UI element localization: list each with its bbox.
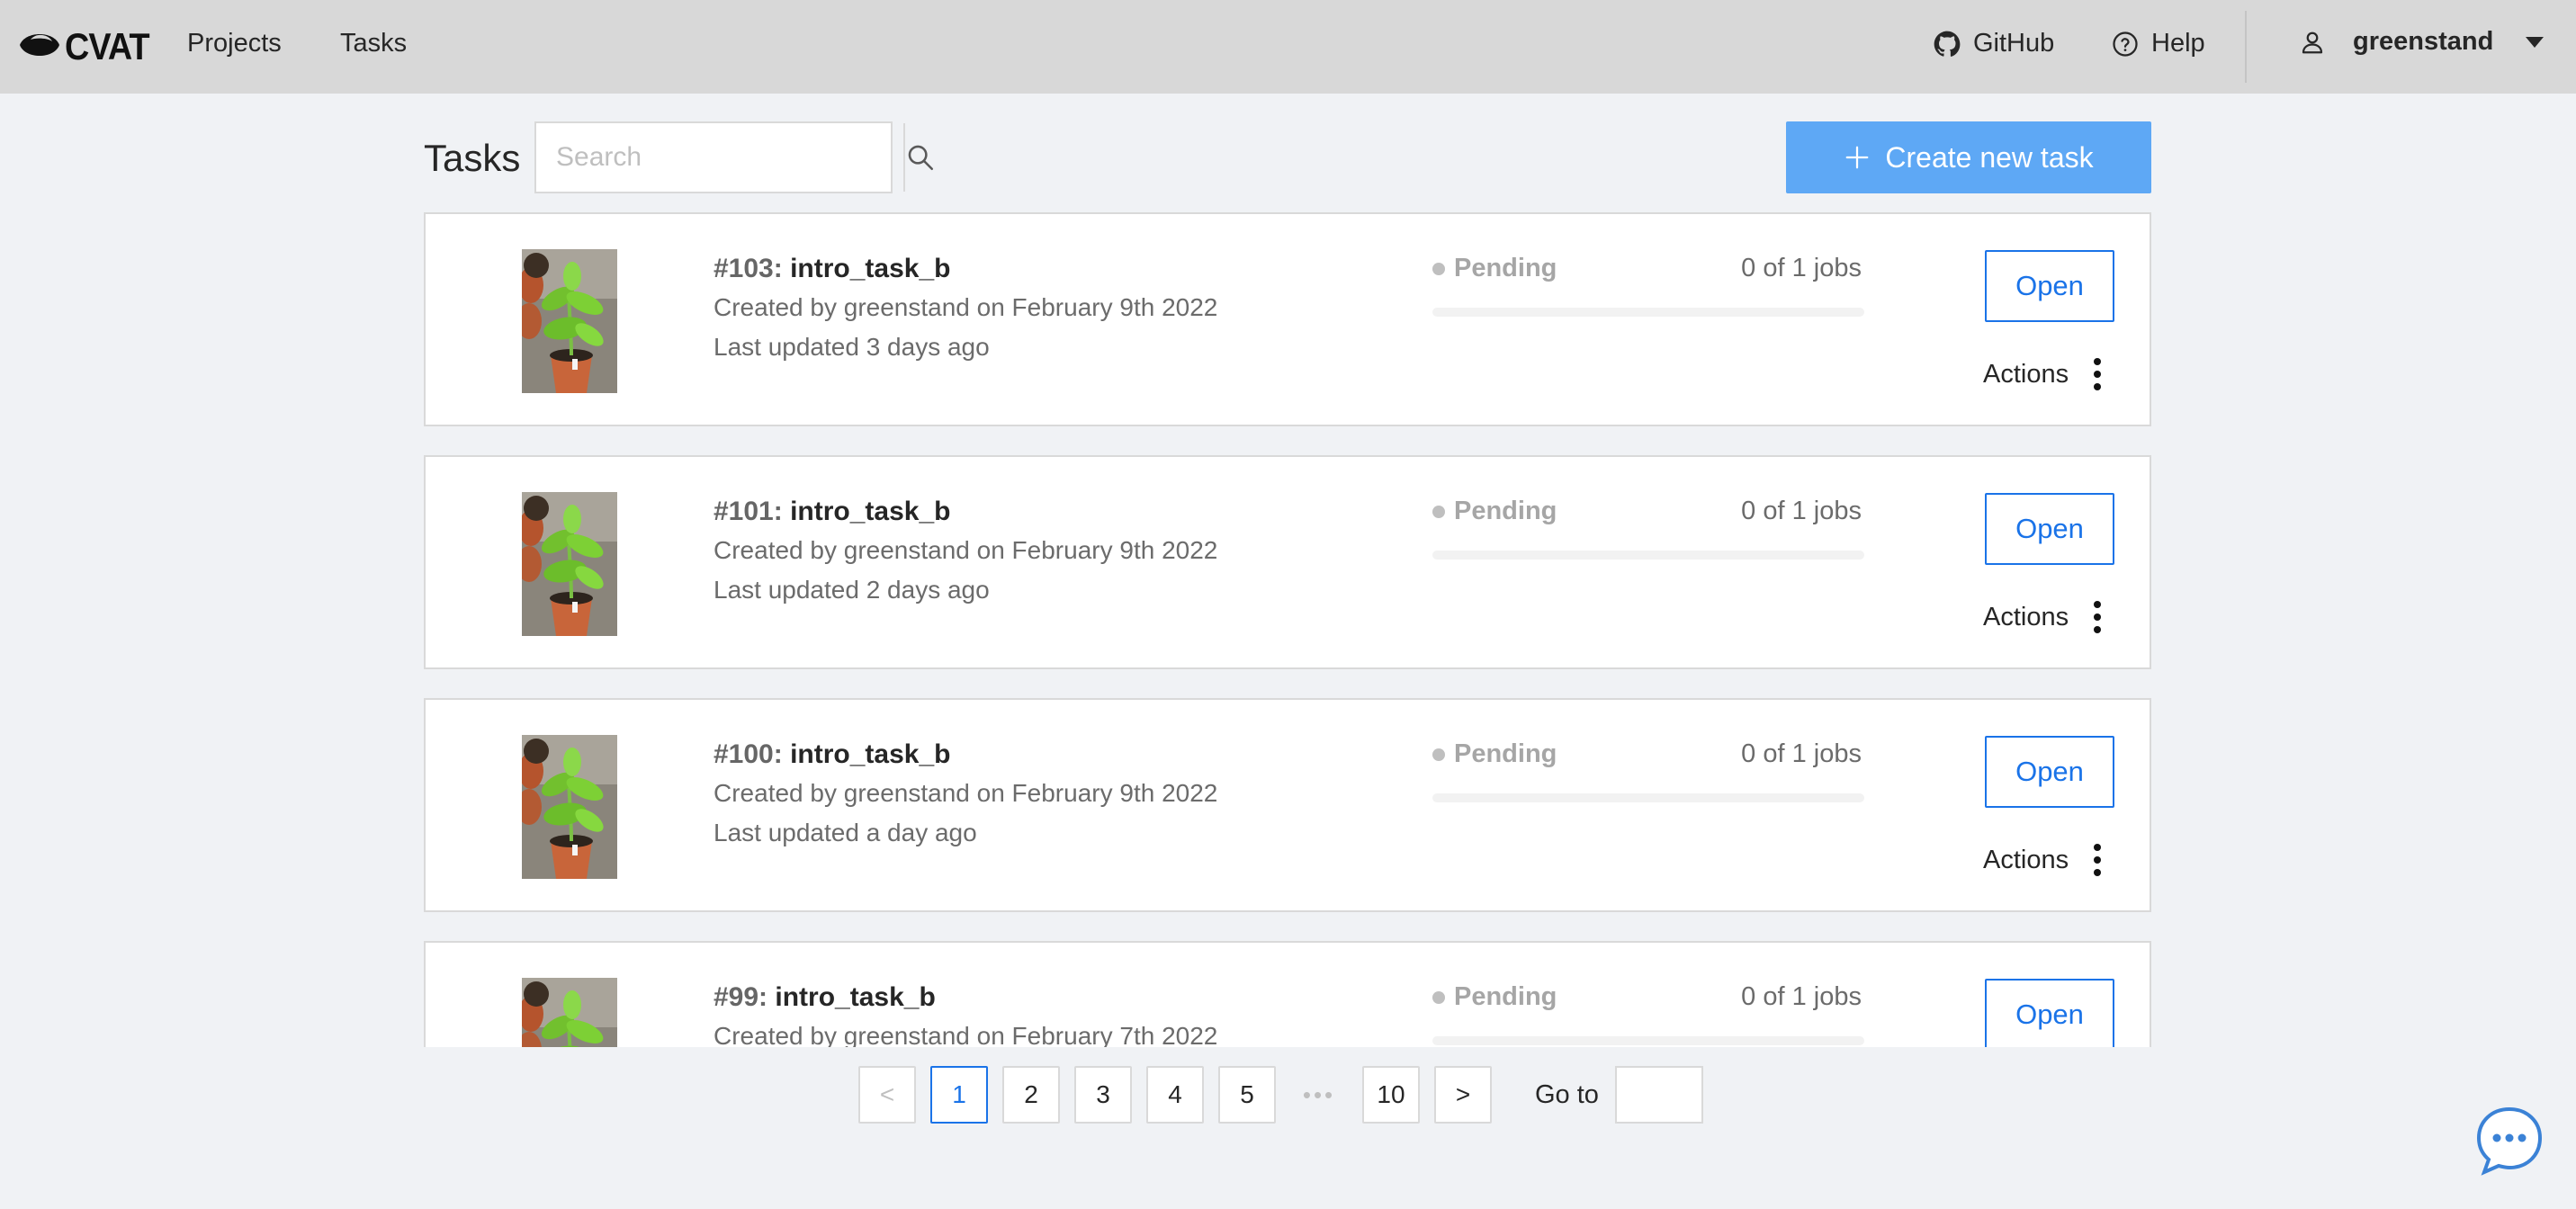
open-task-button[interactable]: Open bbox=[1985, 979, 2114, 1047]
task-preview-image[interactable] bbox=[522, 249, 617, 393]
create-task-button[interactable]: Create new task bbox=[1786, 121, 2151, 193]
task-jobs: 0 of 1 jobs bbox=[1741, 497, 1862, 525]
chat-bubble-icon bbox=[2476, 1106, 2543, 1176]
page-2[interactable]: 2 bbox=[1002, 1066, 1060, 1124]
task-created: Created by greenstand on February 9th 20… bbox=[714, 779, 1218, 807]
page-title: Tasks bbox=[424, 137, 521, 179]
search-box bbox=[534, 121, 934, 193]
actions-label: Actions bbox=[1983, 359, 2069, 389]
task-title[interactable]: #100: intro_task_b bbox=[714, 739, 950, 770]
open-task-button[interactable]: Open bbox=[1985, 493, 2114, 565]
task-jobs: 0 of 1 jobs bbox=[1741, 254, 1862, 282]
pagination: < 1 2 3 4 5 ••• 10 > Go to bbox=[858, 1066, 1703, 1124]
task-preview-image[interactable] bbox=[522, 492, 617, 636]
next-page-button[interactable]: > bbox=[1434, 1066, 1492, 1124]
task-preview-image[interactable] bbox=[522, 978, 617, 1047]
task-progress-bar bbox=[1432, 793, 1864, 802]
task-created: Created by greenstand on February 9th 20… bbox=[714, 293, 1218, 321]
task-id: #99: bbox=[714, 982, 768, 1012]
task-id: #100: bbox=[714, 739, 783, 769]
more-vertical-icon bbox=[2092, 358, 2103, 390]
search-input[interactable] bbox=[536, 123, 903, 192]
page-10[interactable]: 10 bbox=[1362, 1066, 1420, 1124]
page-3[interactable]: 3 bbox=[1074, 1066, 1132, 1124]
plant-thumbnail-icon bbox=[522, 249, 617, 393]
task-created: Created by greenstand on February 9th 20… bbox=[714, 536, 1218, 564]
goto-page: Go to bbox=[1535, 1066, 1703, 1124]
task-status-label: Pending bbox=[1454, 982, 1557, 1011]
status-dot-icon bbox=[1432, 748, 1445, 761]
chat-support-button[interactable] bbox=[2473, 1104, 2545, 1176]
task-actions-menu[interactable]: Actions bbox=[1983, 601, 2103, 633]
plant-thumbnail-icon bbox=[522, 735, 617, 879]
page-1[interactable]: 1 bbox=[930, 1066, 988, 1124]
task-list[interactable]: #103: intro_task_b Created by greenstand… bbox=[0, 0, 2576, 1047]
task-name: intro_task_b bbox=[790, 497, 951, 526]
prev-page-button[interactable]: < bbox=[858, 1066, 916, 1124]
task-card[interactable]: #100: intro_task_b Created by greenstand… bbox=[424, 698, 2151, 912]
task-status: Pending bbox=[1432, 982, 1557, 1012]
status-dot-icon bbox=[1432, 262, 1445, 275]
page-4[interactable]: 4 bbox=[1146, 1066, 1204, 1124]
search-icon bbox=[908, 145, 934, 171]
task-title[interactable]: #101: intro_task_b bbox=[714, 497, 950, 527]
task-name: intro_task_b bbox=[775, 982, 936, 1012]
task-id: #101: bbox=[714, 497, 783, 526]
task-card[interactable]: #99: intro_task_b Created by greenstand … bbox=[424, 941, 2151, 1047]
status-dot-icon bbox=[1432, 990, 1445, 1004]
plus-icon bbox=[1846, 146, 1869, 169]
page-ellipsis[interactable]: ••• bbox=[1290, 1066, 1348, 1124]
task-created: Created by greenstand on February 7th 20… bbox=[714, 1022, 1218, 1047]
task-updated: Last updated a day ago bbox=[714, 819, 977, 846]
task-progress-bar bbox=[1432, 1036, 1864, 1045]
task-actions-menu[interactable]: Actions bbox=[1983, 358, 2103, 390]
task-status-label: Pending bbox=[1454, 739, 1557, 768]
task-title[interactable]: #99: intro_task_b bbox=[714, 982, 936, 1013]
task-progress-bar bbox=[1432, 308, 1864, 317]
task-actions-menu[interactable]: Actions bbox=[1983, 844, 2103, 876]
task-name: intro_task_b bbox=[790, 254, 951, 283]
task-status: Pending bbox=[1432, 254, 1557, 283]
task-updated: Last updated 2 days ago bbox=[714, 576, 990, 604]
task-card[interactable]: #101: intro_task_b Created by greenstand… bbox=[424, 455, 2151, 669]
create-task-label: Create new task bbox=[1885, 140, 2094, 174]
more-vertical-icon bbox=[2092, 844, 2103, 876]
goto-input[interactable] bbox=[1614, 1066, 1703, 1124]
page-5[interactable]: 5 bbox=[1218, 1066, 1276, 1124]
task-status-label: Pending bbox=[1454, 497, 1557, 525]
task-name: intro_task_b bbox=[790, 739, 951, 769]
task-progress-bar bbox=[1432, 551, 1864, 560]
task-jobs: 0 of 1 jobs bbox=[1741, 982, 1862, 1011]
task-updated: Last updated 3 days ago bbox=[714, 333, 990, 361]
task-id: #103: bbox=[714, 254, 783, 283]
plant-thumbnail-icon bbox=[522, 978, 617, 1047]
actions-label: Actions bbox=[1983, 845, 2069, 874]
more-vertical-icon bbox=[2092, 601, 2103, 633]
open-task-button[interactable]: Open bbox=[1985, 736, 2114, 808]
actions-label: Actions bbox=[1983, 602, 2069, 631]
open-task-button[interactable]: Open bbox=[1985, 250, 2114, 322]
task-status-label: Pending bbox=[1454, 254, 1557, 282]
search-button[interactable] bbox=[903, 123, 936, 192]
status-dot-icon bbox=[1432, 505, 1445, 518]
task-status: Pending bbox=[1432, 497, 1557, 526]
plant-thumbnail-icon bbox=[522, 492, 617, 636]
task-card[interactable]: #103: intro_task_b Created by greenstand… bbox=[424, 212, 2151, 426]
task-title[interactable]: #103: intro_task_b bbox=[714, 254, 950, 284]
task-preview-image[interactable] bbox=[522, 735, 617, 879]
goto-label: Go to bbox=[1535, 1079, 1599, 1109]
task-jobs: 0 of 1 jobs bbox=[1741, 739, 1862, 768]
task-status: Pending bbox=[1432, 739, 1557, 769]
